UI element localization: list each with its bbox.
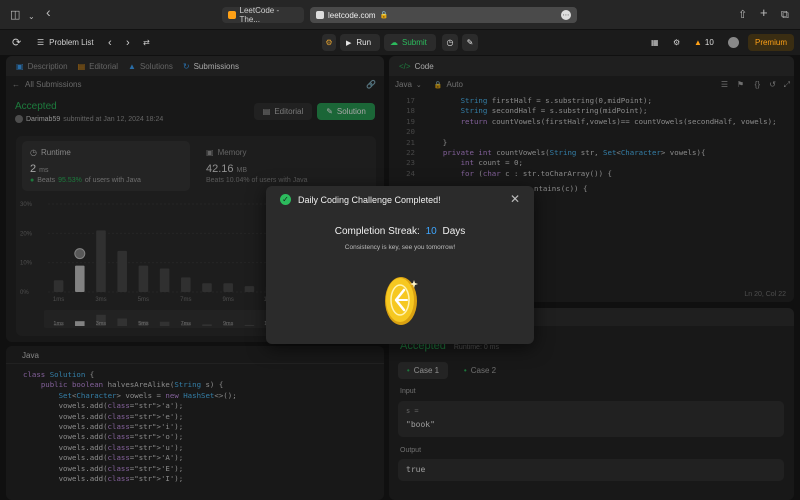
fire-icon: ▲	[694, 38, 702, 47]
play-icon: ▶	[346, 39, 352, 47]
modal-header: ✓ Daily Coding Challenge Completed!	[280, 194, 441, 205]
settings-gear-icon[interactable]: ⚙	[673, 35, 680, 50]
submit-button[interactable]: ☁ Submit	[384, 34, 436, 51]
submit-label: Submit	[402, 38, 427, 47]
site-favicon-icon	[316, 11, 324, 19]
chevron-down-icon[interactable]: ⌄	[28, 10, 35, 24]
next-problem-icon[interactable]: ›	[126, 35, 130, 50]
timer-icon[interactable]: ◷	[442, 34, 458, 51]
premium-button[interactable]: Premium	[748, 34, 794, 51]
browser-bar: ◫ ⌄ ‹ LeetCode - The... leetcode.com 🔒 ⋯…	[0, 0, 800, 30]
modal-title: Daily Coding Challenge Completed!	[298, 194, 441, 205]
leetcode-logo-icon[interactable]: ⟳	[12, 35, 21, 50]
back-arrow-icon[interactable]: ‹	[46, 5, 51, 19]
streak-line: Completion Streak: 10 Days	[266, 226, 534, 237]
list-icon: ☰	[37, 38, 45, 47]
streak-label: Completion Streak:	[334, 226, 420, 237]
browser-tab[interactable]: LeetCode - The...	[222, 6, 304, 24]
run-button[interactable]: ▶ Run	[340, 34, 380, 51]
sidebar-toggle-icon[interactable]: ◫	[10, 8, 20, 22]
debug-icon[interactable]: ⚙	[322, 34, 336, 51]
streak-unit: Days	[442, 226, 466, 237]
streak-counter[interactable]: ▲ 10	[694, 35, 714, 50]
streak-count: 10	[704, 38, 714, 47]
share-icon[interactable]: ⇧	[738, 8, 747, 22]
leetcode-favicon-icon	[228, 11, 236, 19]
shuffle-icon[interactable]: ⇄	[143, 35, 150, 50]
problem-list-label: Problem List	[49, 38, 94, 47]
app-toolbar: ⟳ ☰ Problem List ‹ › ⇄ ⚙ ▶ Run ☁ Submit …	[0, 30, 800, 55]
more-options-icon[interactable]: ⋯	[561, 10, 571, 20]
browser-tab-title: LeetCode - The...	[239, 6, 280, 24]
run-label: Run	[356, 38, 372, 47]
streak-value: 10	[425, 226, 437, 237]
address-url: leetcode.com	[328, 10, 376, 20]
cloud-upload-icon: ☁	[390, 38, 398, 47]
new-tab-icon[interactable]: +	[760, 6, 768, 20]
tab-overview-icon[interactable]: ⧉	[781, 8, 789, 22]
check-circle-icon: ✓	[280, 194, 291, 205]
lock-icon: 🔒	[379, 12, 389, 19]
layout-icon[interactable]: ▦	[651, 35, 659, 50]
prev-problem-icon[interactable]: ‹	[108, 35, 112, 50]
avatar[interactable]	[728, 35, 739, 50]
gold-coin-icon	[385, 277, 418, 325]
problem-list-button[interactable]: ☰ Problem List	[37, 35, 94, 50]
modal-message: Consistency is key, see you tomorrow!	[344, 244, 456, 251]
daily-challenge-modal: ✓ Daily Coding Challenge Completed! ✕ Co…	[266, 186, 534, 344]
address-bar[interactable]: leetcode.com 🔒 ⋯	[310, 7, 577, 23]
close-icon[interactable]: ✕	[510, 192, 520, 206]
notes-icon[interactable]: ✎	[462, 34, 478, 51]
